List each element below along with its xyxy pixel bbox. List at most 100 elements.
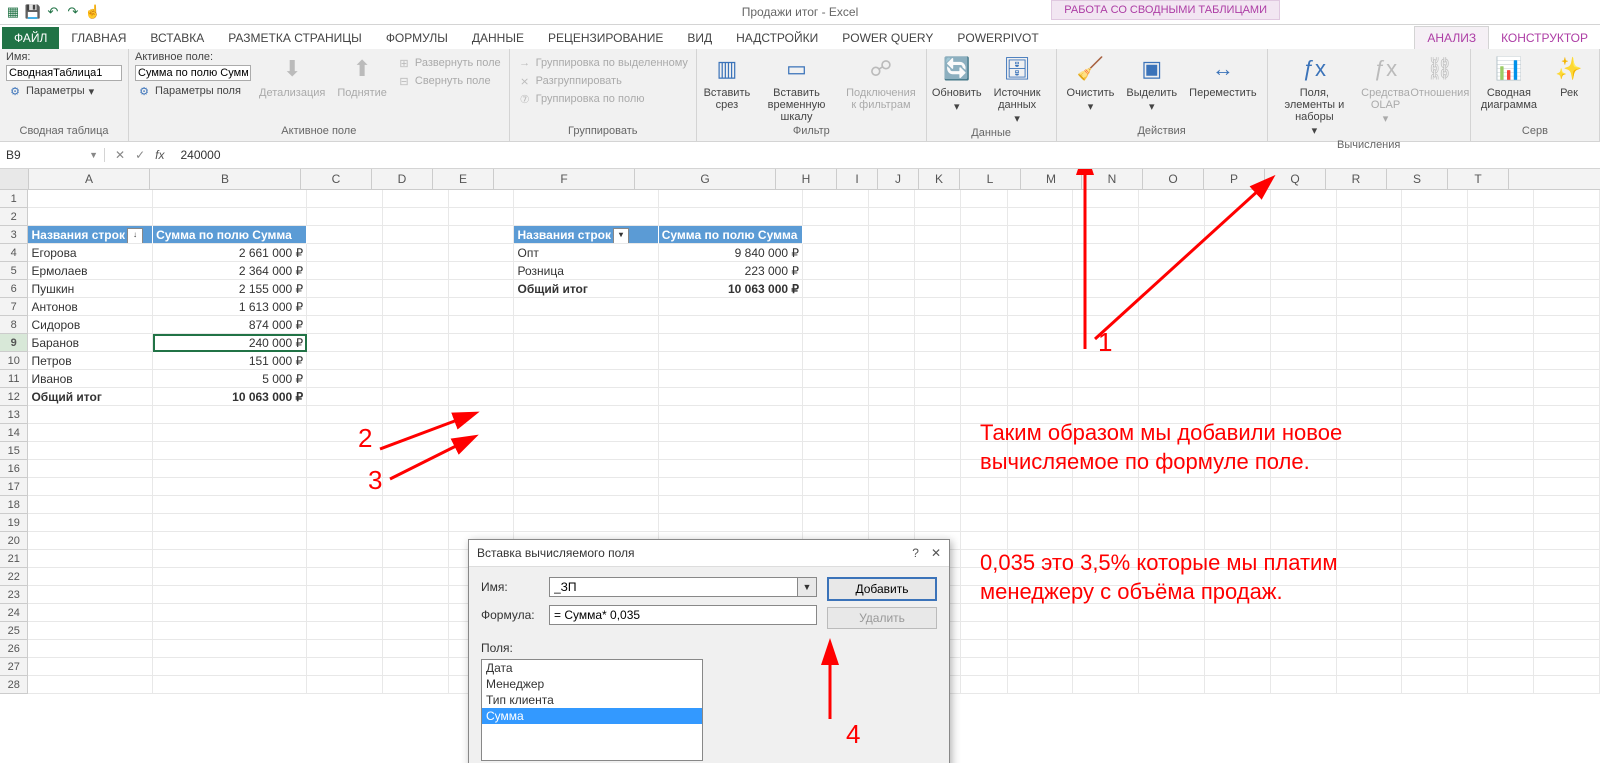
cell[interactable]	[1534, 280, 1600, 298]
cell[interactable]	[1008, 388, 1074, 406]
cell[interactable]	[1468, 406, 1534, 424]
cell[interactable]	[803, 424, 869, 442]
cell[interactable]	[1008, 604, 1074, 622]
cell[interactable]	[383, 190, 449, 208]
cell[interactable]	[1271, 676, 1337, 694]
cell[interactable]	[449, 514, 515, 532]
cell[interactable]	[1402, 334, 1468, 352]
cell[interactable]	[383, 406, 449, 424]
cell[interactable]	[961, 514, 1007, 532]
cell[interactable]	[1008, 478, 1074, 496]
cell[interactable]	[514, 478, 658, 496]
cell[interactable]	[1139, 514, 1205, 532]
cell[interactable]	[307, 352, 383, 370]
cell[interactable]	[514, 424, 658, 442]
cell[interactable]	[1402, 298, 1468, 316]
cell[interactable]	[1468, 640, 1534, 658]
row-header[interactable]: 4	[0, 244, 28, 262]
row-header[interactable]: 6	[0, 280, 28, 298]
cell[interactable]	[1271, 298, 1337, 316]
cell[interactable]	[1534, 604, 1600, 622]
cell[interactable]: 9 840 000 ₽	[659, 244, 803, 262]
cell[interactable]	[1139, 604, 1205, 622]
cell[interactable]: 1 613 000 ₽	[153, 298, 307, 316]
cell[interactable]	[1205, 388, 1271, 406]
cell[interactable]	[449, 406, 515, 424]
cell[interactable]	[449, 244, 515, 262]
row-header[interactable]: 8	[0, 316, 28, 334]
cell[interactable]	[1205, 244, 1271, 262]
row-header[interactable]: 23	[0, 586, 28, 604]
cell[interactable]	[869, 316, 915, 334]
cell[interactable]	[1337, 244, 1403, 262]
cell[interactable]	[514, 316, 658, 334]
cell[interactable]	[307, 370, 383, 388]
move-button[interactable]: ↔Переместить	[1185, 51, 1260, 101]
cell[interactable]	[1205, 478, 1271, 496]
cell[interactable]: 2 155 000 ₽	[153, 280, 307, 298]
cell[interactable]	[1337, 208, 1403, 226]
cell[interactable]	[1271, 280, 1337, 298]
tab-powerpivot[interactable]: POWERPIVOT	[945, 27, 1050, 49]
cell[interactable]	[869, 424, 915, 442]
cell[interactable]	[449, 226, 515, 244]
cell[interactable]	[869, 406, 915, 424]
col-header[interactable]: I	[837, 169, 878, 189]
cell[interactable]	[383, 352, 449, 370]
cell[interactable]	[307, 406, 383, 424]
cell[interactable]	[1468, 532, 1534, 550]
cell[interactable]	[1534, 676, 1600, 694]
cell[interactable]	[1205, 658, 1271, 676]
col-header[interactable]: K	[919, 169, 960, 189]
cell[interactable]	[1468, 622, 1534, 640]
cell[interactable]	[961, 478, 1007, 496]
cell[interactable]	[307, 244, 383, 262]
cell[interactable]: 240 000 ₽	[153, 334, 307, 352]
cell[interactable]	[153, 514, 307, 532]
cell[interactable]	[383, 226, 449, 244]
row-header[interactable]: 26	[0, 640, 28, 658]
cell[interactable]	[307, 640, 383, 658]
cell[interactable]	[1205, 532, 1271, 550]
tab-formulas[interactable]: ФОРМУЛЫ	[374, 27, 460, 49]
cell[interactable]: 223 000 ₽	[659, 262, 803, 280]
cell[interactable]	[1073, 262, 1139, 280]
tab-file[interactable]: ФАЙЛ	[2, 27, 59, 49]
cell[interactable]	[1534, 244, 1600, 262]
cell[interactable]	[803, 208, 869, 226]
cell[interactable]	[1139, 370, 1205, 388]
delete-button[interactable]: Удалить	[827, 607, 937, 629]
cell[interactable]	[449, 388, 515, 406]
cell[interactable]	[153, 190, 307, 208]
cell[interactable]	[514, 388, 658, 406]
col-header[interactable]: L	[960, 169, 1021, 189]
cell[interactable]	[1271, 640, 1337, 658]
select-button[interactable]: ▣Выделить ▾	[1122, 51, 1181, 115]
cell[interactable]	[1271, 478, 1337, 496]
cell[interactable]	[659, 478, 803, 496]
cell[interactable]	[1008, 676, 1074, 694]
cell[interactable]	[1337, 226, 1403, 244]
cell[interactable]	[383, 658, 449, 676]
cell[interactable]	[915, 316, 961, 334]
cell[interactable]	[28, 568, 153, 586]
cell[interactable]	[153, 532, 307, 550]
cell[interactable]	[1337, 388, 1403, 406]
cell[interactable]	[383, 316, 449, 334]
cell[interactable]	[1468, 262, 1534, 280]
cell[interactable]	[153, 460, 307, 478]
cell[interactable]	[961, 226, 1007, 244]
col-header[interactable]: R	[1326, 169, 1387, 189]
cell[interactable]	[659, 352, 803, 370]
cell[interactable]	[383, 298, 449, 316]
cell[interactable]	[1271, 316, 1337, 334]
cell[interactable]	[1402, 658, 1468, 676]
pivot-chart-button[interactable]: 📊Сводная диаграмма	[1477, 51, 1541, 113]
cell[interactable]	[869, 190, 915, 208]
cell[interactable]	[1008, 208, 1074, 226]
cell[interactable]	[1337, 532, 1403, 550]
cell[interactable]	[1402, 244, 1468, 262]
cell[interactable]	[1008, 352, 1074, 370]
cell[interactable]	[307, 262, 383, 280]
cell[interactable]	[307, 622, 383, 640]
